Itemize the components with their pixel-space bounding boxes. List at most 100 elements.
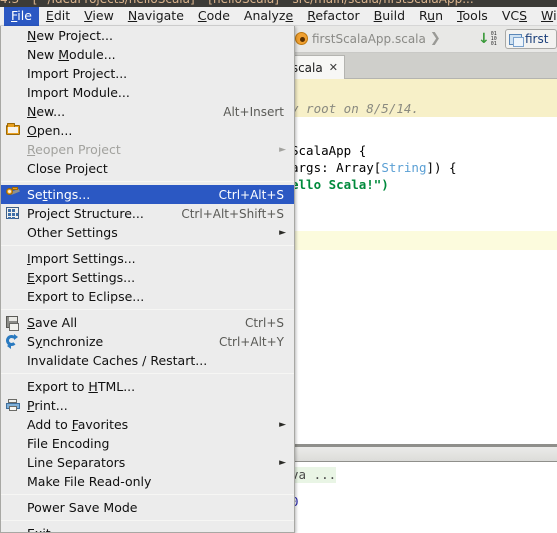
submenu-arrow-icon: ► (279, 227, 286, 238)
scala-file-icon (295, 32, 308, 45)
window-titlebar: 4.3 – [~/IdeaProjects/helloScala] – [hel… (0, 0, 557, 7)
menu-item-label: New... (27, 104, 66, 119)
run-config-icon (509, 33, 524, 47)
menu-item-save-all[interactable]: Save All Ctrl+S (1, 313, 294, 332)
sort-descending-icon[interactable]: ↓ 01 10 01 (478, 31, 500, 47)
menu-separator (1, 309, 294, 310)
menu-bar: File Edit View Navigate Code Analyze Refactor B… (0, 7, 557, 26)
close-icon[interactable]: ✕ (329, 61, 338, 74)
menu-item-label: Import Project... (27, 66, 128, 81)
menu-item-line-separators[interactable]: Line Separators ► (1, 453, 294, 472)
menu-item-exit[interactable]: Exit (1, 524, 294, 532)
menu-item-project-structure[interactable]: Project Structure... Ctrl+Alt+Shift+S (1, 204, 294, 223)
project-structure-icon (6, 207, 19, 219)
menu-item-import-module[interactable]: Import Module... (1, 83, 294, 102)
run-config-label: first (525, 32, 549, 46)
signature-type: String (381, 160, 427, 175)
menubar-item-vcs[interactable]: VCS (495, 7, 534, 26)
menu-item-label: Synchronize (27, 334, 104, 349)
menubar-item-edit[interactable]: Edit (39, 7, 77, 26)
menu-item-power-save-mode[interactable]: Power Save Mode (1, 498, 294, 517)
code-editor[interactable]: y root on 8/5/14. ScalaApp { args: Array… (291, 79, 557, 479)
menu-item-new-module[interactable]: New Module... (1, 45, 294, 64)
menu-item-label: Power Save Mode (27, 500, 138, 515)
file-menu-dropdown[interactable]: New Project... New Module... Import Projec… (0, 26, 295, 533)
menu-item-shortcut: Alt+Insert (223, 104, 284, 119)
code-line-signature: args: Array[String]) { (291, 159, 457, 176)
folder-icon (6, 123, 20, 135)
menubar-item-code[interactable]: Code (191, 7, 237, 26)
menubar-item-refactor[interactable]: Refactor (300, 7, 366, 26)
menu-item-close-project[interactable]: Close Project (1, 159, 294, 178)
menu-item-import-settings[interactable]: Import Settings... (1, 249, 294, 268)
menu-item-label: Import Module... (27, 85, 130, 100)
printer-icon (6, 399, 20, 411)
breadcrumb-separator-icon: ❯ (429, 31, 441, 46)
menubar-item-view[interactable]: View (77, 7, 121, 26)
menu-item-export-to-html[interactable]: Export to HTML... (1, 377, 294, 396)
menu-item-open[interactable]: Open... (1, 121, 294, 140)
submenu-arrow-icon: ► (279, 144, 286, 155)
code-line-comment: y root on 8/5/14. (291, 101, 419, 116)
breadcrumb[interactable]: firstScalaApp.scala ❯ (295, 31, 441, 46)
menu-item-invalidate-caches-restart[interactable]: Invalidate Caches / Restart... (1, 351, 294, 370)
run-console[interactable]: va ... 0 + (291, 463, 557, 533)
code-line-string: ello Scala!") (291, 177, 389, 192)
menu-item-label: Import Settings... (27, 251, 136, 266)
menu-item-new[interactable]: New... Alt+Insert (1, 102, 294, 121)
submenu-arrow-icon: ► (279, 457, 286, 468)
menu-item-print[interactable]: Print... (1, 396, 294, 415)
menu-item-other-settings[interactable]: Other Settings ► (1, 223, 294, 242)
menu-item-label: File Encoding (27, 436, 110, 451)
down-arrow-icon: ↓ (478, 31, 490, 47)
menu-item-shortcut: Ctrl+Alt+S (218, 187, 284, 202)
menubar-item-run[interactable]: Run (412, 7, 450, 26)
menu-item-label: Line Separators (27, 455, 126, 470)
menubar-item-navigate[interactable]: Navigate (121, 7, 191, 26)
menu-item-synchronize[interactable]: Synchronize Ctrl+Alt+Y (1, 332, 294, 351)
save-floppy-icon (6, 316, 19, 331)
menu-separator (1, 494, 294, 495)
menu-separator (1, 181, 294, 182)
menubar-item-tools[interactable]: Tools (450, 7, 495, 26)
menubar-item-windo[interactable]: Windo (534, 7, 557, 26)
menu-separator (1, 520, 294, 521)
pale-highlight-band (291, 231, 557, 250)
menu-item-make-file-read-only[interactable]: Make File Read-only (1, 472, 294, 491)
menu-item-reopen-project: Reopen Project ► (1, 140, 294, 159)
settings-wrench-icon (6, 187, 21, 201)
menu-item-label: Other Settings (27, 225, 118, 240)
menu-item-file-encoding[interactable]: File Encoding (1, 434, 294, 453)
comment-highlight-band (291, 79, 557, 98)
code-line-object: ScalaApp { (291, 143, 367, 158)
menu-item-label: Export to HTML... (27, 379, 136, 394)
menu-item-label: Reopen Project (27, 142, 121, 157)
console-toolbar (283, 447, 557, 462)
menubar-item-file[interactable]: File (4, 7, 39, 26)
menu-item-label: Settings... (27, 187, 91, 202)
submenu-arrow-icon: ► (279, 419, 286, 430)
sort-digits-icon: 01 10 01 (490, 30, 497, 47)
signature-after: ]) { (426, 160, 457, 175)
menu-item-shortcut: Ctrl+Alt+Shift+S (181, 206, 284, 221)
menu-item-new-project[interactable]: New Project... (1, 26, 294, 45)
menu-item-export-settings[interactable]: Export Settings... (1, 268, 294, 287)
menu-item-add-to-favorites[interactable]: Add to Favorites ► (1, 415, 294, 434)
menu-item-label: Export to Eclipse... (27, 289, 145, 304)
menu-item-export-to-eclipse[interactable]: Export to Eclipse... (1, 287, 294, 306)
menu-separator (1, 245, 294, 246)
console-command-line: va ... (291, 467, 337, 483)
menu-item-label: New Project... (27, 28, 113, 43)
run-configuration-selector[interactable]: first (505, 29, 557, 49)
synchronize-icon (6, 334, 19, 349)
menu-item-import-project[interactable]: Import Project... (1, 64, 294, 83)
menu-item-label: Make File Read-only (27, 474, 152, 489)
menu-item-label: Exit (27, 526, 51, 532)
menubar-item-analyze[interactable]: Analyze (237, 7, 300, 26)
signature-before: args: Array[ (291, 160, 382, 175)
menubar-item-build[interactable]: Build (367, 7, 412, 26)
menu-item-label: Open... (27, 123, 73, 138)
menu-item-settings[interactable]: Settings... Ctrl+Alt+S (1, 185, 294, 204)
menu-separator (1, 373, 294, 374)
menu-item-label: Add to Favorites (27, 417, 129, 432)
